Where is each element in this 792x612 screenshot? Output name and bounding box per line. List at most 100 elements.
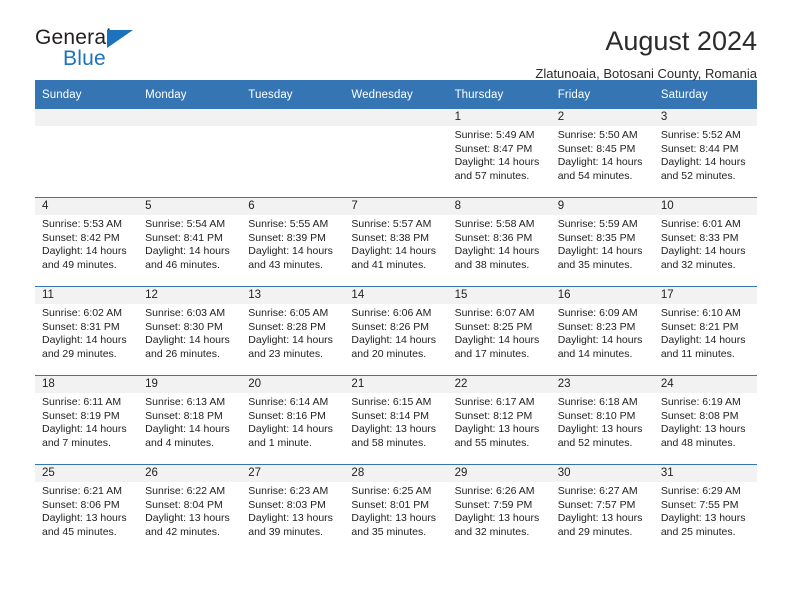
daylight-text-line2: and 4 minutes.	[145, 436, 215, 449]
day-details: Sunrise: 6:09 AM Sunset: 8:23 PM Daylight:…	[551, 304, 654, 361]
daylight-text-line1: Daylight: 14 hours	[557, 334, 643, 347]
calendar-day[interactable]: 11 Sunrise: 6:02 AM Sunset: 8:31 PM Dayligh…	[35, 287, 139, 375]
calendar-day[interactable]: 3 Sunrise: 5:52 AM Sunset: 8:44 PM Daylight…	[653, 109, 757, 197]
daylight-text-line1: Daylight: 14 hours	[145, 245, 230, 258]
day-number: 12	[138, 287, 242, 304]
sunset-text: Sunset: 8:31 PM	[42, 320, 120, 333]
calendar-day[interactable]: 13 Sunrise: 6:05 AM Sunset: 8:28 PM Dayligh…	[241, 287, 345, 375]
sunset-text: Sunset: 8:12 PM	[454, 409, 533, 422]
sunset-text: Sunset: 8:10 PM	[557, 409, 636, 422]
sunrise-text: Sunrise: 5:55 AM	[248, 218, 329, 230]
calendar-day[interactable]: 7 Sunrise: 5:57 AM Sunset: 8:38 PM Daylight…	[344, 198, 448, 286]
daylight-text-line2: and 39 minutes.	[248, 525, 323, 538]
day-details: Sunrise: 6:02 AM Sunset: 8:31 PM Daylight:…	[35, 304, 138, 361]
calendar-cell: 18 Sunrise: 6:11 AM Sunset: 8:19 PM Dayligh…	[35, 375, 139, 465]
calendar-day[interactable]: 15 Sunrise: 6:07 AM Sunset: 8:25 PM Dayligh…	[447, 287, 551, 375]
sunset-text: Sunset: 8:41 PM	[145, 231, 223, 244]
day-details: Sunrise: 5:58 AM Sunset: 8:36 PM Daylight:…	[448, 215, 551, 272]
day-number: 10	[653, 198, 757, 215]
sunset-text: Sunset: 8:45 PM	[557, 142, 636, 155]
calendar-day[interactable]: 20 Sunrise: 6:14 AM Sunset: 8:16 PM Dayligh…	[241, 376, 345, 464]
sunrise-text: Sunrise: 5:53 AM	[42, 218, 122, 230]
day-number: 2	[550, 109, 654, 126]
sunrise-text: Sunrise: 6:14 AM	[248, 396, 329, 408]
daylight-text-line1: Daylight: 13 hours	[351, 512, 437, 525]
calendar-day[interactable]: 12 Sunrise: 6:03 AM Sunset: 8:30 PM Dayligh…	[138, 287, 242, 375]
sunset-text: Sunset: 8:39 PM	[248, 231, 326, 244]
calendar-day[interactable]: 22 Sunrise: 6:17 AM Sunset: 8:12 PM Dayligh…	[447, 376, 551, 464]
calendar-day[interactable]: 5 Sunrise: 5:54 AM Sunset: 8:41 PM Daylight…	[138, 198, 242, 286]
daylight-text-line2: and 35 minutes.	[557, 258, 633, 271]
calendar-day[interactable]: 8 Sunrise: 5:58 AM Sunset: 8:36 PM Daylight…	[447, 198, 551, 286]
day-number: 23	[550, 376, 654, 393]
calendar-cell	[35, 109, 139, 198]
calendar-day[interactable]: 25 Sunrise: 6:21 AM Sunset: 8:06 PM Dayligh…	[35, 465, 139, 553]
day-number: 17	[653, 287, 757, 304]
sunset-text: Sunset: 8:04 PM	[145, 498, 223, 511]
daylight-text-line2: and 54 minutes.	[557, 169, 633, 182]
sunset-text: Sunset: 8:23 PM	[557, 320, 636, 333]
calendar-day[interactable]: 17 Sunrise: 6:10 AM Sunset: 8:21 PM Dayligh…	[653, 287, 757, 375]
calendar-day-empty	[241, 109, 345, 197]
calendar-day[interactable]: 4 Sunrise: 5:53 AM Sunset: 8:42 PM Daylight…	[35, 198, 139, 286]
calendar-cell: 5 Sunrise: 5:54 AM Sunset: 8:41 PM Daylight…	[138, 197, 242, 287]
calendar-cell: 2 Sunrise: 5:50 AM Sunset: 8:45 PM Daylight…	[550, 109, 654, 198]
weekday-header-friday: Friday	[550, 80, 654, 109]
day-number: 29	[447, 465, 551, 482]
day-details: Sunrise: 6:03 AM Sunset: 8:30 PM Daylight:…	[138, 304, 241, 361]
day-number: 28	[344, 465, 448, 482]
sunset-text: Sunset: 8:19 PM	[42, 409, 120, 422]
calendar-cell: 29 Sunrise: 6:26 AM Sunset: 7:59 PM Dayligh…	[447, 464, 551, 553]
calendar-week-row: 11 Sunrise: 6:02 AM Sunset: 8:31 PM Dayligh…	[35, 286, 757, 376]
daylight-text-line1: Daylight: 13 hours	[42, 512, 127, 525]
calendar-day[interactable]: 27 Sunrise: 6:23 AM Sunset: 8:03 PM Dayligh…	[241, 465, 345, 553]
day-details: Sunrise: 5:50 AM Sunset: 8:45 PM Daylight:…	[551, 126, 654, 183]
weekday-header-saturday: Saturday	[653, 80, 757, 109]
daylight-text-line1: Daylight: 13 hours	[557, 512, 643, 525]
calendar-day[interactable]: 23 Sunrise: 6:18 AM Sunset: 8:10 PM Dayligh…	[550, 376, 654, 464]
calendar-day[interactable]: 10 Sunrise: 6:01 AM Sunset: 8:33 PM Dayligh…	[653, 198, 757, 286]
calendar-page: General Blue August 2024 Zlatunoaia, Bot…	[0, 0, 792, 612]
generalblue-logo[interactable]: General Blue	[35, 26, 175, 76]
calendar-day[interactable]: 9 Sunrise: 5:59 AM Sunset: 8:35 PM Daylight…	[550, 198, 654, 286]
calendar-day[interactable]: 30 Sunrise: 6:27 AM Sunset: 7:57 PM Dayligh…	[550, 465, 654, 553]
calendar-day[interactable]: 19 Sunrise: 6:13 AM Sunset: 8:18 PM Dayligh…	[138, 376, 242, 464]
sunrise-text: Sunrise: 6:10 AM	[660, 307, 741, 319]
day-details: Sunrise: 5:53 AM Sunset: 8:42 PM Daylight:…	[35, 215, 138, 272]
day-details: Sunrise: 6:27 AM Sunset: 7:57 PM Daylight:…	[551, 482, 654, 539]
sunrise-text: Sunrise: 6:26 AM	[454, 485, 535, 497]
calendar-day[interactable]: 26 Sunrise: 6:22 AM Sunset: 8:04 PM Dayligh…	[138, 465, 242, 553]
calendar-cell: 20 Sunrise: 6:14 AM Sunset: 8:16 PM Dayligh…	[241, 375, 345, 465]
day-details: Sunrise: 6:05 AM Sunset: 8:28 PM Daylight:…	[241, 304, 344, 361]
sunset-text: Sunset: 8:26 PM	[351, 320, 430, 333]
daylight-text-line1: Daylight: 14 hours	[660, 245, 746, 258]
calendar-day[interactable]: 16 Sunrise: 6:09 AM Sunset: 8:23 PM Dayligh…	[550, 287, 654, 375]
calendar-day[interactable]: 29 Sunrise: 6:26 AM Sunset: 7:59 PM Dayligh…	[447, 465, 551, 553]
daylight-text-line1: Daylight: 14 hours	[248, 423, 333, 436]
daylight-text-line2: and 25 minutes.	[660, 525, 736, 538]
calendar-day[interactable]: 2 Sunrise: 5:50 AM Sunset: 8:45 PM Daylight…	[550, 109, 654, 197]
sunrise-text: Sunrise: 5:58 AM	[454, 218, 535, 230]
day-number: 20	[241, 376, 345, 393]
day-details: Sunrise: 6:11 AM Sunset: 8:19 PM Daylight:…	[35, 393, 138, 450]
calendar-day[interactable]: 6 Sunrise: 5:55 AM Sunset: 8:39 PM Daylight…	[241, 198, 345, 286]
day-number: 3	[653, 109, 757, 126]
calendar-day[interactable]: 24 Sunrise: 6:19 AM Sunset: 8:08 PM Dayligh…	[653, 376, 757, 464]
day-number: 18	[35, 376, 139, 393]
calendar-day[interactable]: 14 Sunrise: 6:06 AM Sunset: 8:26 PM Dayligh…	[344, 287, 448, 375]
day-details: Sunrise: 5:57 AM Sunset: 8:38 PM Daylight:…	[344, 215, 447, 272]
daylight-text-line2: and 58 minutes.	[351, 436, 427, 449]
sunset-text: Sunset: 8:38 PM	[351, 231, 430, 244]
daylight-text-line2: and 42 minutes.	[145, 525, 220, 538]
logo-text-blue: Blue	[63, 47, 106, 70]
calendar-head: Sunday Monday Tuesday Wednesday Thursday…	[35, 80, 757, 109]
calendar-day[interactable]: 18 Sunrise: 6:11 AM Sunset: 8:19 PM Dayligh…	[35, 376, 139, 464]
day-details: Sunrise: 5:54 AM Sunset: 8:41 PM Daylight:…	[138, 215, 241, 272]
calendar-day[interactable]: 1 Sunrise: 5:49 AM Sunset: 8:47 PM Daylight…	[447, 109, 551, 197]
calendar-day[interactable]: 21 Sunrise: 6:15 AM Sunset: 8:14 PM Dayligh…	[344, 376, 448, 464]
calendar-day[interactable]: 28 Sunrise: 6:25 AM Sunset: 8:01 PM Dayligh…	[344, 465, 448, 553]
day-number	[241, 109, 345, 126]
calendar-day[interactable]: 31 Sunrise: 6:29 AM Sunset: 7:55 PM Dayligh…	[653, 465, 757, 553]
daylight-text-line1: Daylight: 14 hours	[454, 245, 540, 258]
calendar-cell: 1 Sunrise: 5:49 AM Sunset: 8:47 PM Daylight…	[447, 109, 551, 198]
